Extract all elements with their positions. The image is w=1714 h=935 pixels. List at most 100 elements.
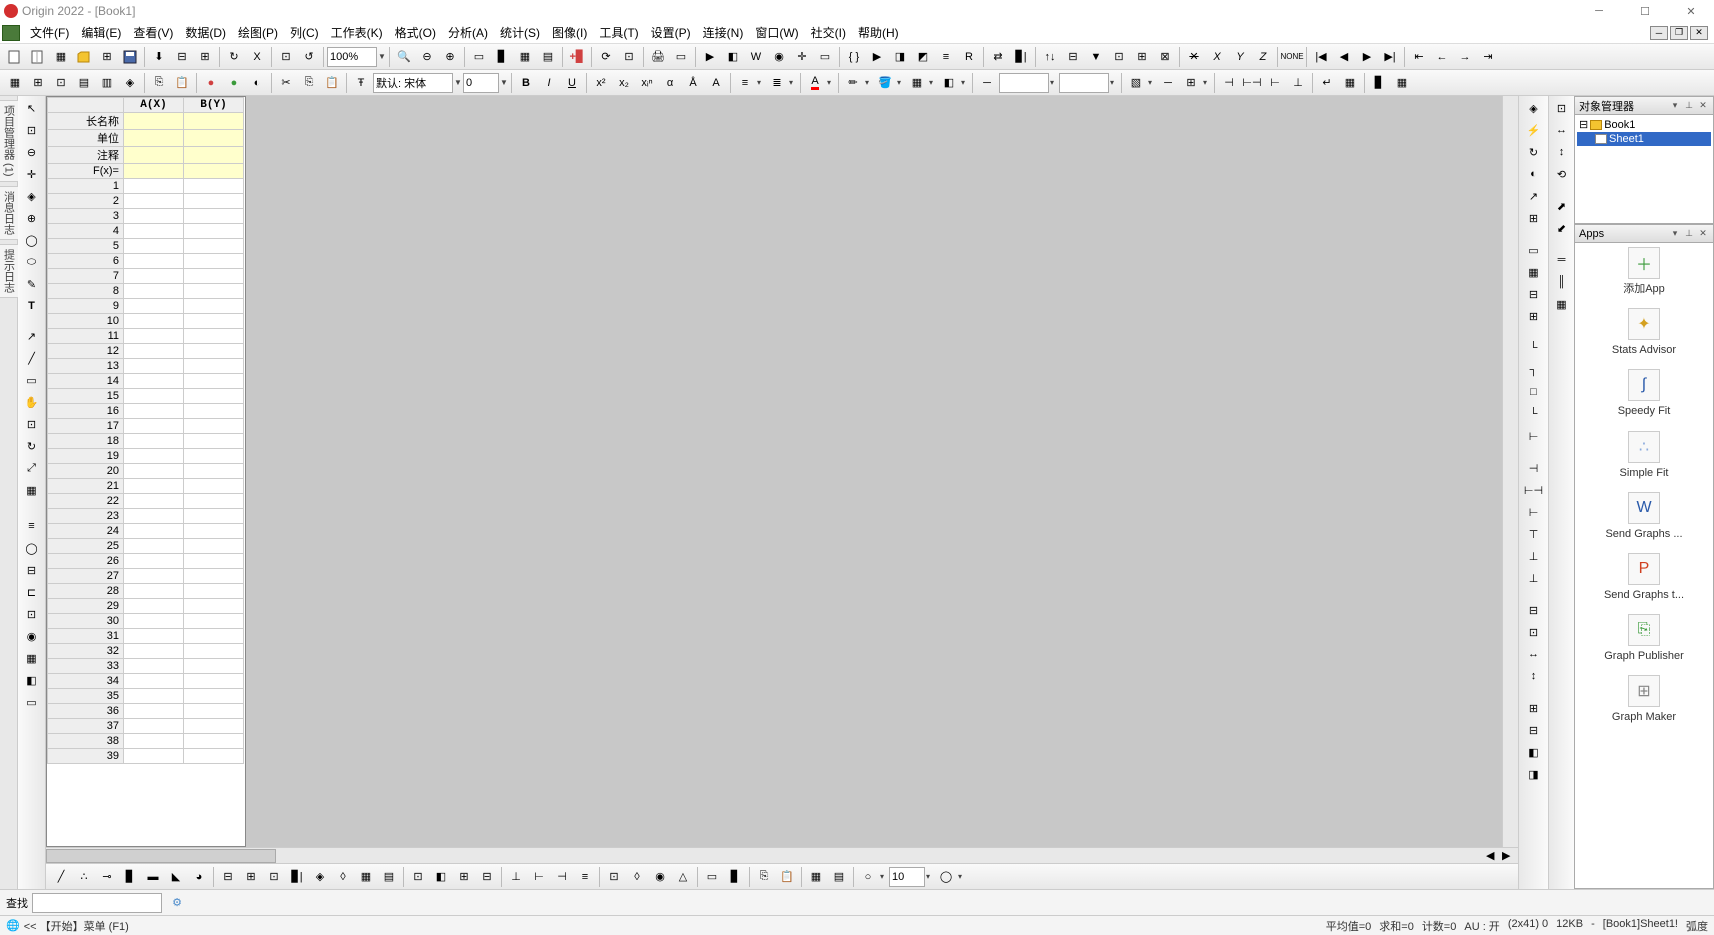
data-cell[interactable]	[184, 674, 244, 689]
layer-button[interactable]: ◧	[430, 866, 452, 888]
row-header[interactable]: 24	[48, 524, 124, 539]
layout-button[interactable]: ▭	[1522, 240, 1546, 260]
menu-格式[interactable]: 格式(O)	[389, 22, 442, 43]
data-cell[interactable]	[184, 644, 244, 659]
same-width-button[interactable]: ↔	[1522, 644, 1546, 664]
decrease-font-button[interactable]: A	[705, 72, 727, 94]
skip-none-button[interactable]: ⊥	[1287, 72, 1309, 94]
circle-tool[interactable]: ◯	[20, 538, 44, 558]
merge-graph-button[interactable]: ⊞	[453, 866, 475, 888]
menu-连接[interactable]: 连接(N)	[697, 22, 750, 43]
menu-文件[interactable]: 文件(F)	[24, 22, 75, 43]
cut-button[interactable]: ✂	[275, 72, 297, 94]
zoom-dropdown[interactable]: ▼	[378, 52, 386, 61]
font-dropdown[interactable]: ▼	[454, 78, 462, 87]
rescale-x-button[interactable]: ↔	[1550, 120, 1574, 140]
menubar-icon[interactable]	[2, 25, 20, 41]
code-builder-button[interactable]: { }	[843, 46, 865, 68]
script-button[interactable]: ≡	[935, 46, 957, 68]
menu-设置[interactable]: 设置(P)	[645, 22, 697, 43]
italic-button[interactable]: I	[538, 72, 560, 94]
label-cell[interactable]	[124, 113, 184, 130]
data-cell[interactable]	[184, 389, 244, 404]
move-right-button[interactable]: →	[1454, 46, 1476, 68]
row-header[interactable]: 9	[48, 299, 124, 314]
sort-col-button[interactable]: ↑↓	[1039, 46, 1061, 68]
data-cell[interactable]	[184, 599, 244, 614]
label-cell[interactable]	[124, 147, 184, 164]
data-cell[interactable]	[124, 524, 184, 539]
stack-button[interactable]: ⊡	[1108, 46, 1130, 68]
data-selector-tool[interactable]: ◈	[20, 186, 44, 206]
box-plot-button[interactable]: ⊡	[263, 866, 285, 888]
hints-log-tab[interactable]: 提示日志	[0, 244, 20, 298]
messages-log-tab[interactable]: 消息日志	[0, 186, 20, 240]
row-header[interactable]: 18	[48, 434, 124, 449]
row-header[interactable]: 1	[48, 179, 124, 194]
rescale-button[interactable]: ⊕	[439, 46, 461, 68]
layer1-button[interactable]: ↗	[1522, 186, 1546, 206]
data-cell[interactable]	[124, 674, 184, 689]
row-header[interactable]: 35	[48, 689, 124, 704]
data-cell[interactable]	[124, 329, 184, 344]
pointer-tool[interactable]: ↖	[20, 98, 44, 118]
row-header[interactable]: 6	[48, 254, 124, 269]
r-console-button[interactable]: R	[958, 46, 980, 68]
label-cell[interactable]	[124, 164, 184, 179]
none-button[interactable]: NONE	[1281, 46, 1303, 68]
line-tool[interactable]: ╱	[20, 348, 44, 368]
data-cell[interactable]	[124, 539, 184, 554]
lines-tool[interactable]: ≡	[20, 516, 44, 536]
copy-button[interactable]: ⎘	[148, 72, 170, 94]
import-multi-button[interactable]: ⊞	[194, 46, 216, 68]
apps-close-button[interactable]: ✕	[1697, 228, 1709, 240]
layout2-button[interactable]: ▦	[1522, 262, 1546, 282]
data-cell[interactable]	[124, 704, 184, 719]
pie-plot-button[interactable]: ◕	[188, 866, 210, 888]
mask-green-button[interactable]: ●	[223, 72, 245, 94]
tree-book-item[interactable]: ⊟ Book1	[1577, 117, 1711, 132]
row-header[interactable]: 22	[48, 494, 124, 509]
arrow2-tool[interactable]: ⊡	[20, 604, 44, 624]
line-color-button[interactable]: ✏	[842, 72, 864, 94]
bracket-tool[interactable]: ⊏	[20, 582, 44, 602]
menu-工具[interactable]: 工具(T)	[593, 22, 644, 43]
new-matrix-button[interactable]: ▦	[514, 46, 536, 68]
3d-plot-button[interactable]: ◊	[332, 866, 354, 888]
sort-wks-button[interactable]: ⊟	[1062, 46, 1084, 68]
data-cell[interactable]	[124, 464, 184, 479]
move-last-button[interactable]: ⇥	[1477, 46, 1499, 68]
break-button[interactable]: ⊣	[551, 866, 573, 888]
border-style-button[interactable]: ─	[1157, 72, 1179, 94]
row-header[interactable]: 10	[48, 314, 124, 329]
row-header[interactable]: 16	[48, 404, 124, 419]
data-cell[interactable]	[124, 194, 184, 209]
print-button[interactable]: 🖨	[647, 46, 669, 68]
vertical-scrollbar[interactable]	[1502, 96, 1518, 847]
superscript-button[interactable]: x²	[590, 72, 612, 94]
app-item-send-graphs-t-[interactable]: PSend Graphs t...	[1579, 553, 1709, 602]
menu-图像[interactable]: 图像(I)	[546, 22, 593, 43]
object-manager-header[interactable]: 对象管理器 ▾ ⊥ ✕	[1575, 97, 1713, 115]
data-reader-button[interactable]: ▭	[814, 46, 836, 68]
data-cell[interactable]	[184, 584, 244, 599]
data-cell[interactable]	[124, 599, 184, 614]
align-center-gbtn[interactable]: ⊢⊣	[1522, 480, 1546, 500]
x-var-button[interactable]: X	[1206, 46, 1228, 68]
row-header[interactable]: 36	[48, 704, 124, 719]
data-cell[interactable]	[124, 719, 184, 734]
symbol-edge-button[interactable]: ◯	[935, 866, 957, 888]
data-cell[interactable]	[124, 689, 184, 704]
data-cell[interactable]	[124, 629, 184, 644]
first-button[interactable]: |◀	[1310, 46, 1332, 68]
tree-sheet-item[interactable]: Sheet1	[1577, 132, 1711, 146]
data-cell[interactable]	[184, 404, 244, 419]
data-cell[interactable]	[184, 254, 244, 269]
recalc-button[interactable]: ↺	[298, 46, 320, 68]
data-cell[interactable]	[124, 434, 184, 449]
zoom-input[interactable]	[327, 47, 377, 67]
row-header[interactable]: 30	[48, 614, 124, 629]
scale-tool[interactable]: ⤢	[20, 458, 44, 478]
status-mode[interactable]: 弧度	[1686, 918, 1708, 934]
app-item-stats-advisor[interactable]: ✦Stats Advisor	[1579, 308, 1709, 357]
